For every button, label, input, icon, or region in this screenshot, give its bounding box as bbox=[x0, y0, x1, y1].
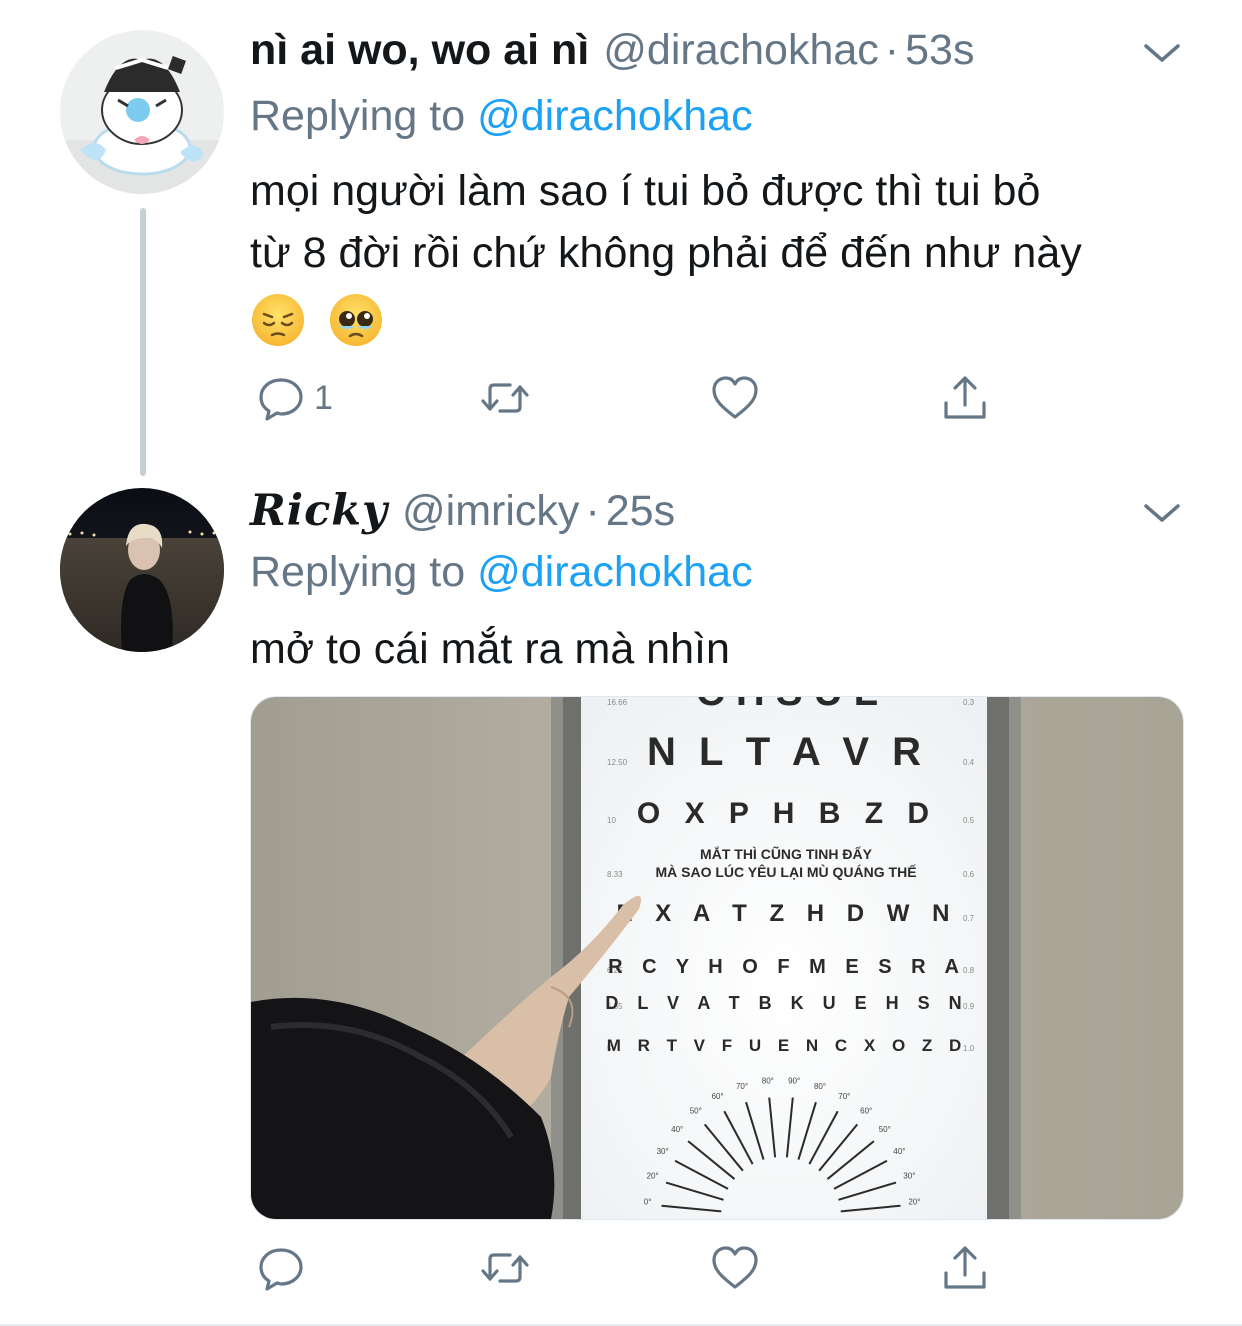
retweet-button[interactable] bbox=[480, 1238, 530, 1298]
avatar[interactable] bbox=[60, 30, 224, 194]
emoji-row bbox=[250, 286, 1202, 348]
fan-degree-label: 40° bbox=[671, 1125, 683, 1134]
chart-row-left-label: 12.50 bbox=[607, 758, 628, 767]
tweet-header: nì ai wo, wo ai nì @dirachokhac · 53s bbox=[250, 26, 1172, 76]
share-button[interactable] bbox=[940, 368, 990, 428]
like-button[interactable] bbox=[710, 368, 760, 428]
heart-icon bbox=[712, 376, 758, 419]
chart-row-left-label: 8.33 bbox=[607, 870, 623, 879]
chart-row-left-label: 16.66 bbox=[607, 698, 628, 707]
chart-row-right-label: 0.8 bbox=[963, 966, 975, 975]
tweet-photo[interactable]: 16.66 C H S U L 0.3 12.50 N L T A V R 0.4 10 O … bbox=[250, 696, 1184, 1220]
separator-dot: · bbox=[585, 487, 600, 535]
retweet-button[interactable] bbox=[480, 368, 530, 428]
chart-row-letters: E X A T Z H D W N bbox=[617, 900, 958, 927]
pensive-face-icon bbox=[252, 293, 304, 346]
chart-row-letters: N L T A V R bbox=[647, 730, 927, 774]
like-button[interactable] bbox=[710, 1238, 760, 1298]
tweet-actions bbox=[250, 1238, 1050, 1298]
chart-row-right-label: 0.9 bbox=[963, 1002, 975, 1011]
fan-degree-label: 60° bbox=[712, 1092, 724, 1101]
tweet-text: mở to cái mắt ra mà nhìn bbox=[250, 618, 1202, 680]
reply-count: 1 bbox=[314, 378, 333, 417]
chart-row-right-label: 0.7 bbox=[963, 914, 975, 923]
share-icon bbox=[944, 1246, 986, 1289]
cartoon-avatar-image bbox=[60, 30, 224, 194]
chart-row-right-label: 0.5 bbox=[963, 816, 975, 825]
heart-icon bbox=[712, 1246, 758, 1289]
replying-to-label: Replying to bbox=[250, 92, 478, 140]
reply-button[interactable] bbox=[256, 1238, 314, 1298]
eye-chart-photo: 16.66 C H S U L 0.3 12.50 N L T A V R 0.4 10 O … bbox=[251, 697, 1183, 1219]
reply-button[interactable]: 1 bbox=[256, 368, 333, 428]
tweet-text: mọi người làm sao í tui bỏ được thì tui … bbox=[250, 160, 1202, 348]
fan-degree-label: 40° bbox=[893, 1147, 905, 1156]
tweet-actions: 1 bbox=[250, 368, 1050, 428]
more-options-button[interactable] bbox=[1142, 498, 1182, 528]
tweet-text-line: mở to cái mắt ra mà nhìn bbox=[250, 625, 730, 673]
fan-degree-label: 30° bbox=[903, 1172, 915, 1181]
fan-degree-label: 80° bbox=[762, 1077, 774, 1086]
overlay-caption-line-1: MẮT THÌ CŨNG TINH ĐẤY bbox=[700, 845, 873, 862]
share-icon bbox=[944, 376, 986, 419]
fan-degree-label: 0° bbox=[644, 1197, 652, 1206]
mention-link[interactable]: @dirachokhac bbox=[477, 548, 753, 596]
retweet-icon bbox=[481, 383, 529, 413]
fan-degree-label: 80° bbox=[814, 1082, 826, 1091]
chevron-down-icon bbox=[1144, 504, 1180, 522]
tweet-text-line: mọi người làm sao í tui bỏ được thì tui … bbox=[250, 167, 1041, 215]
chart-row-left-label: 10 bbox=[607, 816, 616, 825]
chart-row-letters: R C Y H O F M E S R A bbox=[608, 956, 966, 978]
overlay-caption-line-2: MÀ SAO LÚC YÊU LẠI MÙ QUÁNG THẾ bbox=[655, 863, 916, 880]
fan-degree-label: 70° bbox=[736, 1082, 748, 1091]
timestamp[interactable]: 25s bbox=[606, 487, 675, 536]
chart-row-letters: O X P H B Z D bbox=[637, 797, 937, 830]
fan-degree-label: 30° bbox=[657, 1147, 669, 1156]
thread-connector-line bbox=[140, 208, 146, 476]
share-button[interactable] bbox=[940, 1238, 990, 1298]
user-handle[interactable]: @dirachokhac bbox=[603, 26, 879, 75]
fan-degree-label: 20° bbox=[908, 1197, 920, 1206]
chart-row-right-label: 0.6 bbox=[963, 870, 975, 879]
fan-degree-label: 50° bbox=[879, 1125, 891, 1134]
tweet-header: Ricky @imricky · 25s bbox=[250, 486, 1172, 536]
fan-degree-label: 50° bbox=[690, 1107, 702, 1116]
display-name[interactable]: Ricky bbox=[250, 486, 388, 536]
more-options-button[interactable] bbox=[1142, 38, 1182, 68]
timestamp[interactable]: 53s bbox=[905, 26, 974, 75]
retweet-icon bbox=[481, 1253, 529, 1283]
fan-degree-label: 70° bbox=[838, 1092, 850, 1101]
speech-bubble-icon bbox=[259, 378, 303, 421]
display-name[interactable]: nì ai wo, wo ai nì bbox=[250, 26, 589, 75]
chart-row-right-label: 1.0 bbox=[963, 1044, 975, 1053]
separator-dot: · bbox=[884, 26, 900, 74]
tweet-text-line: từ 8 đời rồi chứ không phải để đến như n… bbox=[250, 229, 1082, 277]
speech-bubble-icon bbox=[259, 1248, 303, 1291]
replying-to: Replying to @dirachokhac bbox=[250, 92, 753, 141]
mention-link[interactable]: @dirachokhac bbox=[477, 92, 753, 140]
avatar[interactable] bbox=[60, 488, 224, 652]
chart-row-right-label: 0.3 bbox=[963, 698, 975, 707]
chart-row-letters: D L V A T B K U E H S N bbox=[605, 993, 968, 1013]
chart-row-right-label: 0.4 bbox=[963, 758, 975, 767]
replying-to: Replying to @dirachokhac bbox=[250, 548, 753, 597]
fan-degree-label: 90° bbox=[788, 1077, 800, 1086]
user-handle[interactable]: @imricky bbox=[402, 487, 579, 536]
fan-degree-label: 60° bbox=[860, 1107, 872, 1116]
pleading-face-icon bbox=[329, 293, 382, 346]
replying-to-label: Replying to bbox=[250, 548, 478, 596]
chart-row-letters: M R T V F U E N C X O Z D bbox=[607, 1036, 968, 1055]
chart-row-letters: C H S U L bbox=[696, 697, 878, 714]
tweet[interactable]: nì ai wo, wo ai nì @dirachokhac · 53s Re… bbox=[0, 0, 1242, 476]
person-photo-avatar-image bbox=[60, 488, 224, 652]
chevron-down-icon bbox=[1144, 44, 1180, 62]
fan-degree-label: 20° bbox=[647, 1172, 659, 1181]
tweet[interactable]: Ricky @imricky · 25s Replying to @dirach… bbox=[0, 470, 1242, 1326]
